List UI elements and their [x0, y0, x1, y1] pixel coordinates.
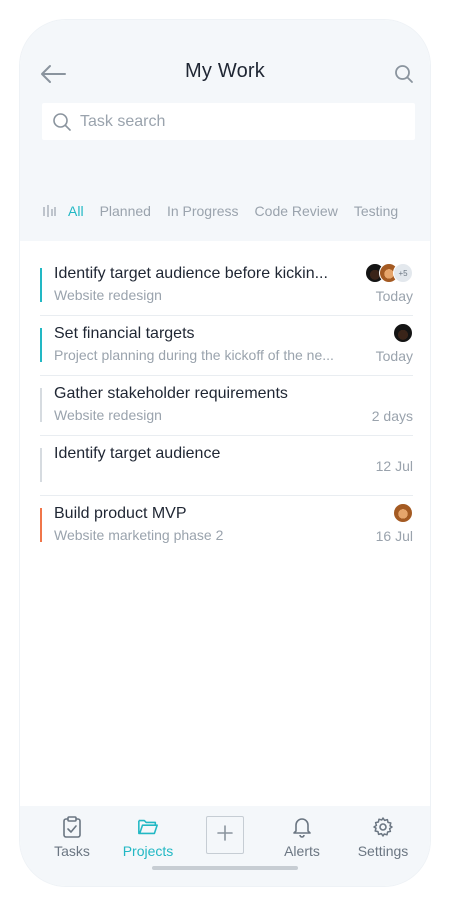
- assignee-avatars: +5: [365, 263, 413, 283]
- task-row[interactable]: Gather stakeholder requirements Website …: [40, 376, 413, 436]
- task-project: Project planning during the kickoff of t…: [54, 347, 334, 363]
- phone-screen: My Work All Planned In Progress Code Rev…: [20, 20, 430, 886]
- home-indicator: [152, 866, 298, 870]
- status-indicator: [40, 328, 42, 362]
- search-icon[interactable]: [392, 62, 416, 86]
- page-title: My Work: [185, 60, 265, 82]
- tab-all[interactable]: All: [68, 203, 84, 219]
- tab-label: Projects: [122, 843, 174, 859]
- tab-label: Settings: [357, 843, 409, 859]
- search-icon: [52, 112, 72, 132]
- status-indicator: [40, 508, 42, 542]
- tab-alerts[interactable]: Alerts: [266, 816, 338, 859]
- bell-icon: [291, 816, 313, 838]
- tab-code-review[interactable]: Code Review: [255, 203, 338, 219]
- task-project: Website redesign: [54, 287, 162, 303]
- tab-testing[interactable]: Testing: [354, 203, 398, 219]
- tab-tasks[interactable]: Tasks: [36, 816, 108, 859]
- task-list: Identify target audience before kickin..…: [40, 256, 413, 555]
- header-area: My Work All Planned In Progress Code Rev…: [20, 20, 430, 241]
- bottom-tab-bar: Tasks Projects Alerts Settings: [20, 806, 430, 886]
- task-search-input[interactable]: [78, 111, 415, 132]
- tab-planned[interactable]: Planned: [100, 203, 151, 219]
- clipboard-check-icon: [61, 816, 83, 838]
- plus-icon: [216, 824, 234, 847]
- task-title: Identify target audience before kickin..…: [54, 265, 328, 282]
- status-indicator: [40, 448, 42, 482]
- avatar: [393, 503, 413, 523]
- tab-label: Tasks: [54, 843, 90, 859]
- status-filter-tabs: All Planned In Progress Code Review Test…: [42, 203, 414, 219]
- more-assignees-badge: +5: [393, 263, 413, 283]
- task-project: Website marketing phase 2: [54, 527, 224, 543]
- task-title: Gather stakeholder requirements: [54, 385, 288, 402]
- task-row[interactable]: Identify target audience before kickin..…: [40, 256, 413, 316]
- task-row[interactable]: Build product MVP Website marketing phas…: [40, 496, 413, 555]
- task-date: Today: [375, 288, 413, 304]
- gear-icon: [372, 816, 394, 838]
- task-title: Build product MVP: [54, 505, 187, 522]
- task-search-field[interactable]: [42, 103, 415, 140]
- add-task-button[interactable]: [206, 816, 244, 854]
- task-date: Today: [375, 348, 413, 364]
- tab-settings[interactable]: Settings: [347, 816, 419, 859]
- task-date: 2 days: [371, 408, 413, 424]
- task-row[interactable]: Set financial targets Project planning d…: [40, 316, 413, 376]
- task-date: 16 Jul: [375, 528, 413, 544]
- assignee-avatars: [393, 323, 413, 343]
- status-indicator: [40, 388, 42, 422]
- task-title: Set financial targets: [54, 325, 195, 342]
- tab-label: Alerts: [284, 843, 320, 859]
- tab-in-progress[interactable]: In Progress: [167, 203, 239, 219]
- task-project: Website redesign: [54, 407, 162, 423]
- folder-open-icon: [137, 816, 159, 838]
- task-title: Identify target audience: [54, 445, 221, 462]
- avatar: [393, 323, 413, 343]
- tab-projects[interactable]: Projects: [112, 816, 184, 859]
- sort-icon[interactable]: [42, 204, 56, 218]
- task-date: 12 Jul: [375, 458, 413, 474]
- task-row[interactable]: Identify target audience 12 Jul: [40, 436, 413, 496]
- status-indicator: [40, 268, 42, 302]
- assignee-avatars: [393, 503, 413, 523]
